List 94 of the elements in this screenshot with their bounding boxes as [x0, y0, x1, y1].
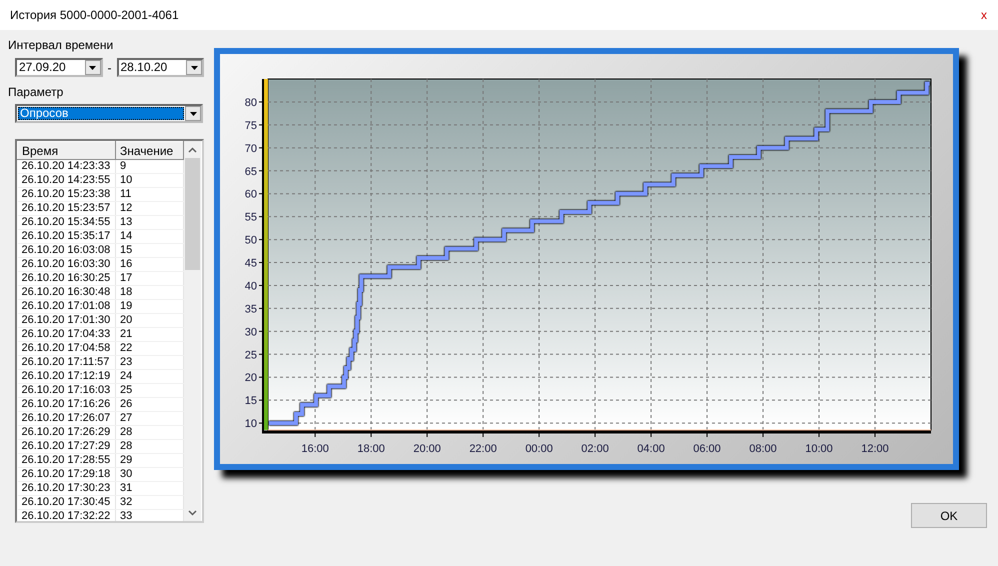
- tick-label: 55: [244, 212, 257, 224]
- table-cell: 27: [116, 412, 184, 426]
- table-cell: 18: [116, 286, 184, 300]
- tick-label: 45: [244, 258, 257, 270]
- tick-label: 16:00: [301, 443, 329, 455]
- tick-label: 65: [244, 166, 257, 178]
- table-cell: 19: [116, 300, 184, 314]
- table-cell: 9: [116, 160, 184, 174]
- tick-label: 10:00: [805, 443, 833, 455]
- dropdown[interactable]: 28.10.20: [116, 58, 204, 77]
- table-cell: 26.10.20 17:30:45: [18, 496, 116, 510]
- table-cell: 26.10.20 14:23:55: [18, 174, 116, 188]
- tick-label: 18:00: [357, 443, 385, 455]
- table-cell: 26.10.20 17:01:30: [18, 314, 116, 328]
- table-cell: 26: [116, 398, 184, 412]
- table-cell: 20: [116, 314, 184, 328]
- table-cell: 25: [116, 384, 184, 398]
- table-cell: 13: [116, 216, 184, 230]
- table-cell: 26.10.20 15:23:57: [18, 202, 116, 216]
- table-cell: 26.10.20 17:32:22: [18, 510, 116, 521]
- table-cell: 26.10.20 16:03:30: [18, 258, 116, 272]
- scrollbar-thumb[interactable]: [185, 158, 200, 270]
- tick-label: 22:00: [469, 443, 497, 455]
- table-cell: 16: [116, 258, 184, 272]
- tick-label: 02:00: [581, 443, 609, 455]
- tick-label: 10: [244, 418, 257, 430]
- tick-label: 35: [244, 303, 257, 316]
- table-cell: 26.10.20 17:27:29: [18, 440, 116, 454]
- table-cell: 23: [116, 356, 184, 370]
- table-cell: 21: [116, 328, 184, 342]
- table-cell: 26.10.20 17:30:23: [18, 482, 116, 496]
- table-cell: 26.10.20 15:35:17: [18, 230, 116, 244]
- scrollbar[interactable]: [184, 141, 201, 521]
- table-cell: 26.10.20 14:23:33: [18, 160, 116, 174]
- caret-icon: [89, 66, 96, 70]
- table-cell: 26.10.20 17:16:26: [18, 398, 116, 412]
- table-cell: 15: [116, 244, 184, 258]
- table-cell: 12: [116, 202, 184, 216]
- table-cell: 26.10.20 17:16:03: [18, 384, 116, 398]
- table-cell: 26.10.20 17:12:19: [18, 370, 116, 384]
- dropdown[interactable]: 27.09.20: [15, 58, 102, 77]
- tick-label: 70: [244, 142, 257, 155]
- table-cell: 26.10.20 15:34:55: [18, 216, 116, 230]
- table-cell: 11: [116, 188, 184, 202]
- ok-button[interactable]: OK: [911, 503, 987, 528]
- parameter-label: Параметр: [8, 85, 64, 99]
- tick-label: 20: [244, 372, 257, 384]
- table-cell: 14: [116, 230, 184, 244]
- caret-icon: [190, 112, 196, 116]
- table-cell: 31: [116, 482, 184, 496]
- tick-label: 25: [244, 349, 257, 362]
- table-cell: 26.10.20 15:23:38: [18, 188, 116, 202]
- tick-label: 00:00: [525, 443, 553, 455]
- tick-label: 40: [244, 280, 257, 292]
- table-cell: 28: [116, 426, 184, 440]
- separator-text: -: [108, 60, 112, 76]
- dropdown[interactable]: Опросов: [15, 104, 203, 123]
- tick-label: 75: [244, 120, 257, 132]
- table-cell: 29: [116, 454, 184, 468]
- table-cell: 26.10.20 17:29:18: [18, 468, 116, 482]
- table-cell: 26.10.20 17:26:07: [18, 412, 116, 426]
- column-header[interactable]: Значение: [116, 142, 184, 160]
- table-cell: 22: [116, 342, 184, 356]
- table-cell: 17: [116, 272, 184, 286]
- table-cell: 26.10.20 17:04:58: [18, 342, 116, 356]
- tick-label: 80: [244, 96, 257, 109]
- table-cell: 24: [116, 370, 184, 384]
- chevron-down-icon: [188, 510, 197, 516]
- chevron-up-icon: [188, 146, 197, 152]
- column-header[interactable]: Время: [18, 142, 116, 160]
- table-cell: 26.10.20 16:30:48: [18, 286, 116, 300]
- table-cell: 26.10.20 17:04:33: [18, 328, 116, 342]
- table-cell: 30: [116, 468, 184, 482]
- tick-label: 60: [244, 188, 257, 201]
- window-title: История 5000-0000-2001-4061: [10, 7, 179, 24]
- table-cell: 26.10.20 17:28:55: [18, 454, 116, 468]
- table-cell: 26.10.20 16:03:08: [18, 244, 116, 258]
- tick-label: 20:00: [413, 443, 441, 455]
- table-cell: 10: [116, 174, 184, 188]
- tick-label: 12:00: [861, 443, 889, 455]
- tick-label: 15: [244, 395, 257, 408]
- table-cell: 26.10.20 17:26:29: [18, 426, 116, 440]
- table-cell: 32: [116, 496, 184, 510]
- table-cell: 26.10.20 17:01:08: [18, 300, 116, 314]
- interval-label: Интервал времени: [8, 38, 114, 52]
- table-cell: 26.10.20 16:30:25: [18, 272, 116, 286]
- tick-label: 04:00: [637, 443, 665, 455]
- tick-label: 08:00: [749, 443, 777, 455]
- tick-label: 06:00: [693, 443, 721, 455]
- tick-label: 50: [244, 234, 257, 247]
- table-cell: 26.10.20 17:11:57: [18, 356, 116, 370]
- table-cell: 28: [116, 440, 184, 454]
- tick-label: 30: [244, 326, 257, 338]
- caret-icon: [190, 66, 198, 70]
